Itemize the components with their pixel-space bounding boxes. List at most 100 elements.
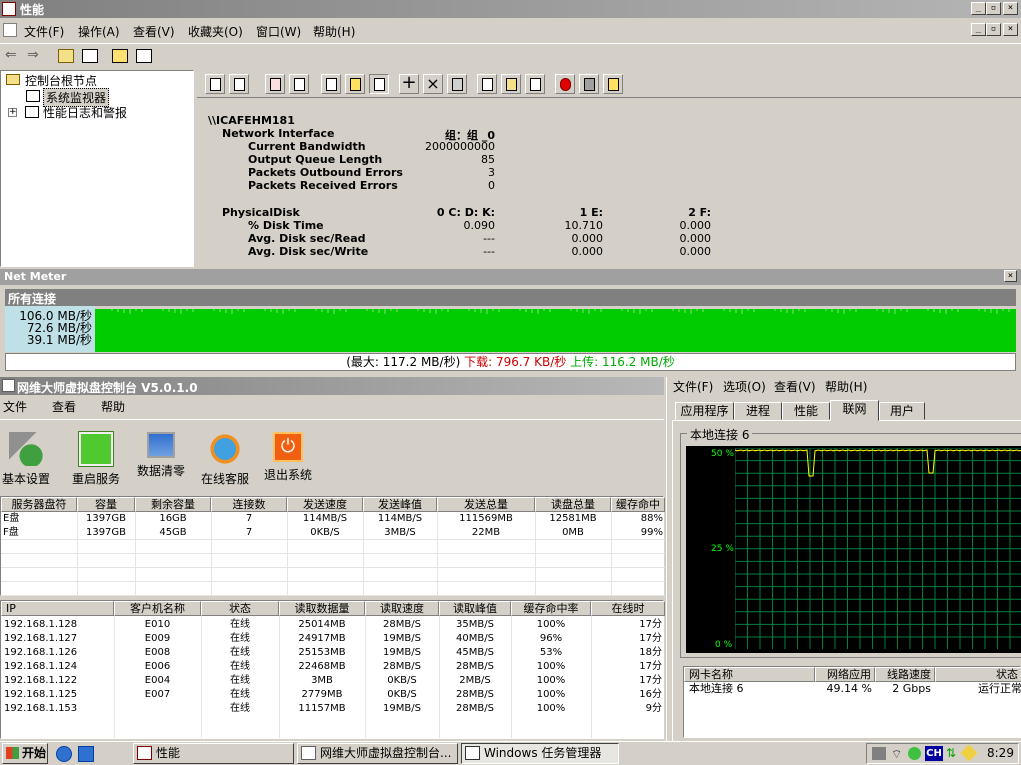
client-col-header[interactable]: 在线时 [591, 601, 665, 616]
restart-service-label: 重启服务 [71, 472, 120, 486]
freeze-display-icon[interactable] [555, 74, 575, 94]
clear-data-button[interactable]: 数据清零 [134, 432, 188, 479]
view-histogram-icon[interactable] [345, 74, 365, 94]
start-button[interactable]: 开始 [2, 743, 48, 764]
tm-menu-help[interactable]: 帮助(H) [825, 378, 867, 395]
show-tree-icon[interactable] [82, 49, 98, 63]
child-minimize-button[interactable]: _ [971, 23, 986, 36]
client-cell[interactable]: 192.168.1.124 [4, 660, 111, 674]
help-icon[interactable] [603, 74, 623, 94]
restart-service-button[interactable]: 重启服务 [68, 432, 124, 487]
client-cell[interactable]: 192.168.1.128 [4, 618, 111, 632]
tray-tools-icon[interactable] [872, 747, 886, 760]
client-cell[interactable]: 192.168.1.125 [4, 688, 111, 702]
tm-col-speed[interactable]: 线路速度 [875, 667, 935, 682]
paste-counter-list-icon[interactable] [501, 74, 521, 94]
new-counter-set-icon[interactable] [205, 74, 225, 94]
view-log-data-icon[interactable] [289, 74, 309, 94]
exit-system-button[interactable]: ⏻ 退出系统 [262, 432, 314, 483]
view-report-icon[interactable] [369, 74, 389, 94]
view-current-activity-icon[interactable] [265, 74, 285, 94]
forward-arrow-icon[interactable]: ⇒ [27, 47, 39, 63]
tree-item-logs-alerts[interactable]: 性能日志和警报 [43, 104, 127, 121]
tm-row-name[interactable]: 本地连接 6 [689, 682, 744, 696]
tab-users[interactable]: 用户 [879, 402, 925, 420]
vd-menu-view[interactable]: 查看 [52, 398, 76, 415]
client-cell[interactable]: 192.168.1.153 [4, 702, 111, 716]
disk-cell[interactable]: E盘 [3, 512, 75, 526]
minimize-button[interactable]: _ [971, 2, 986, 15]
menu-window[interactable]: 窗口(W) [256, 23, 301, 40]
tab-applications[interactable]: 应用程序 [675, 402, 734, 420]
client-cell[interactable]: 192.168.1.122 [4, 674, 111, 688]
menu-action[interactable]: 操作(A) [78, 23, 120, 40]
properties-icon[interactable] [525, 74, 545, 94]
ie-quicklaunch-icon[interactable] [56, 746, 72, 762]
disk-col-header[interactable]: 读盘总量 [535, 497, 611, 512]
disk-col-header[interactable]: 服务器盘符 [1, 497, 77, 512]
disk-col-header[interactable]: 发送峰值 [363, 497, 437, 512]
update-data-icon[interactable] [579, 74, 599, 94]
client-cell: 28MB/S [456, 689, 494, 700]
delete-counter-icon[interactable]: × [423, 74, 443, 94]
client-cell[interactable]: 192.168.1.127 [4, 632, 111, 646]
vd-menu-help[interactable]: 帮助 [101, 398, 125, 415]
tm-menu-file[interactable]: 文件(F) [673, 378, 713, 395]
child-close-button[interactable]: × [1003, 23, 1018, 36]
maximize-button[interactable]: ▫ [986, 2, 1001, 15]
disk-cell[interactable]: F盘 [3, 526, 75, 540]
client-cell[interactable]: 192.168.1.126 [4, 646, 111, 660]
add-counter-icon[interactable]: + [399, 74, 419, 94]
online-support-button[interactable]: 在线客服 [198, 432, 252, 487]
menu-help[interactable]: 帮助(H) [313, 23, 355, 40]
client-col-header[interactable]: 读取峰值 [439, 601, 511, 616]
tray-updown-icon[interactable]: ⇅ [946, 746, 956, 760]
clear-display-icon[interactable] [229, 74, 249, 94]
tm-col-state[interactable]: 状态 [935, 667, 1021, 682]
client-col-header[interactable]: 读取速度 [365, 601, 439, 616]
disk-col-header[interactable]: 缓存命中 [611, 497, 665, 512]
tray-shield-icon[interactable] [908, 747, 921, 760]
tray-pen-icon[interactable] [960, 744, 978, 762]
desktop-quicklaunch-icon[interactable] [78, 746, 94, 762]
client-col-header[interactable]: IP [1, 601, 114, 616]
tm-menu-options[interactable]: 选项(O) [723, 378, 766, 395]
menu-file[interactable]: 文件(F) [24, 23, 64, 40]
tray-network-icon[interactable]: ⌔ [891, 747, 902, 762]
expand-icon[interactable]: + [8, 108, 17, 117]
menu-favorites[interactable]: 收藏夹(O) [188, 23, 243, 40]
netmeter-close-button[interactable]: × [1004, 270, 1017, 282]
task-perfmon[interactable]: 性能 [133, 743, 294, 764]
client-col-header[interactable]: 缓存命中率 [511, 601, 591, 616]
client-col-header[interactable]: 读取数据量 [279, 601, 365, 616]
tab-processes[interactable]: 进程 [734, 402, 782, 420]
disk-col-header[interactable]: 发送总量 [437, 497, 535, 512]
vd-menu-file[interactable]: 文件 [3, 398, 27, 415]
disk-col-header[interactable]: 容量 [77, 497, 135, 512]
menu-view[interactable]: 查看(V) [133, 23, 175, 40]
close-button[interactable]: × [1003, 2, 1018, 15]
disk-col-header[interactable]: 剩余容量 [135, 497, 211, 512]
task-taskmgr[interactable]: Windows 任务管理器 [461, 743, 619, 764]
properties-icon[interactable] [136, 49, 152, 63]
tm-menu-view[interactable]: 查看(V) [774, 378, 816, 395]
up-folder-icon[interactable] [58, 49, 74, 63]
basic-settings-button[interactable]: 基本设置 [0, 432, 52, 487]
ime-indicator[interactable]: CH [925, 746, 943, 761]
client-col-header[interactable]: 客户机名称 [114, 601, 201, 616]
task-vdconsole[interactable]: 网维大师虚拟盘控制台... [297, 743, 458, 764]
tm-col-name[interactable]: 网卡名称 [684, 667, 815, 682]
copy-properties-icon[interactable] [477, 74, 497, 94]
highlight-icon[interactable] [447, 74, 467, 94]
tab-performance[interactable]: 性能 [782, 402, 830, 420]
disk-col-header[interactable]: 连接数 [211, 497, 287, 512]
tab-networking[interactable]: 联网 [830, 400, 879, 421]
tree-root[interactable]: 控制台根节点 [25, 72, 97, 89]
tm-col-utilization[interactable]: 网络应用 [815, 667, 875, 682]
child-restore-button[interactable]: ▫ [986, 23, 1001, 36]
back-arrow-icon[interactable]: ⇐ [5, 47, 17, 63]
help-book-icon[interactable] [112, 49, 128, 63]
client-col-header[interactable]: 状态 [201, 601, 279, 616]
view-graph-icon[interactable] [321, 74, 341, 94]
disk-col-header[interactable]: 发送速度 [287, 497, 363, 512]
